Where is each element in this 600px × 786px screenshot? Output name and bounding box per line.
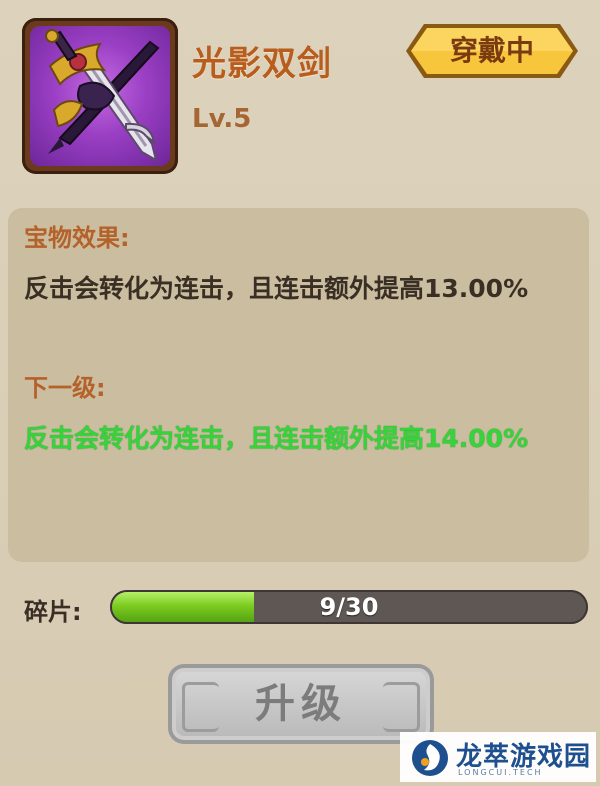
item-icon-frame (22, 18, 178, 174)
twin-swords-icon (30, 26, 170, 166)
effect-description: 反击会转化为连击，且连击额外提高13.00% (24, 274, 529, 303)
upgrade-button[interactable]: 升级 (168, 664, 434, 744)
fragments-progress-bar: 9/30 (110, 590, 588, 624)
status-badge-label: 穿戴中 (449, 34, 534, 67)
next-level-title: 下一级: (24, 374, 106, 402)
item-level: Lv.5 (192, 104, 252, 134)
watermark-logo-icon (412, 740, 448, 776)
site-watermark: 龙萃游戏园 LONGCUI.TECH (400, 732, 596, 782)
fragments-label: 碎片: (24, 598, 82, 626)
upgrade-button-label: 升级 (255, 681, 347, 727)
status-badge: 穿戴中 (404, 22, 580, 80)
item-name: 光影双剑 (192, 44, 332, 84)
next-level-description: 反击会转化为连击，且连击额外提高14.00% (24, 424, 529, 453)
watermark-sub: LONGCUI.TECH (458, 768, 543, 777)
fragments-progress-text: 9/30 (319, 593, 379, 621)
effect-title: 宝物效果: (24, 224, 130, 252)
